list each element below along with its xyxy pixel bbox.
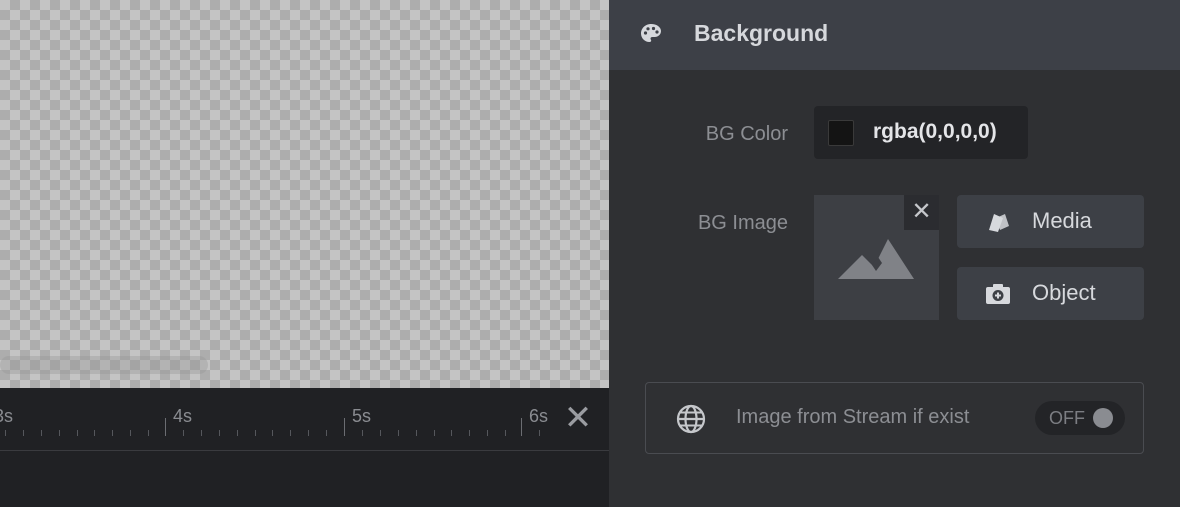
ruler-minor-tick xyxy=(183,430,184,436)
ruler-minor-tick xyxy=(112,430,113,436)
ruler-minor-tick xyxy=(487,430,488,436)
stream-option: Image from Stream if exist OFF xyxy=(645,382,1144,454)
tick-label-6s: 6s xyxy=(529,406,548,426)
ruler-minor-tick xyxy=(469,430,470,436)
ruler-minor-tick xyxy=(5,430,6,436)
bg-color-picker[interactable]: rgba(0,0,0,0) xyxy=(814,106,1028,159)
ruler-major-tick xyxy=(521,418,522,436)
ruler-minor-tick xyxy=(505,430,506,436)
timeline: 3s 4s 5s 6s ✕ xyxy=(0,388,609,507)
ruler-minor-tick xyxy=(255,430,256,436)
media-button-label: Media xyxy=(1032,208,1092,233)
ruler-minor-tick xyxy=(201,430,202,436)
object-button[interactable]: Object xyxy=(957,267,1144,320)
panel-header: Background xyxy=(609,0,1180,70)
ruler-minor-tick xyxy=(77,430,78,436)
toggle-knob xyxy=(1093,408,1113,428)
ruler-minor-tick xyxy=(308,430,309,436)
media-button[interactable]: Media xyxy=(957,195,1144,248)
ruler-minor-tick xyxy=(434,430,435,436)
panel-title: Background xyxy=(694,20,829,46)
stream-label: Image from Stream if exist xyxy=(736,406,970,428)
ruler-minor-tick xyxy=(23,430,24,436)
object-button-label: Object xyxy=(1032,280,1096,305)
stream-toggle[interactable]: OFF xyxy=(1035,401,1125,435)
ruler-minor-tick xyxy=(290,430,291,436)
bg-color-value[interactable]: rgba(0,0,0,0) xyxy=(873,120,1021,144)
ruler-minor-tick xyxy=(59,430,60,436)
stage-canvas[interactable] xyxy=(0,0,609,388)
ruler-minor-tick xyxy=(148,430,149,436)
color-swatch[interactable] xyxy=(828,120,854,146)
bg-image-preview[interactable]: ✕ xyxy=(814,195,939,320)
background-panel: Background BG Color rgba(0,0,0,0) BG Ima… xyxy=(609,0,1180,507)
ruler-minor-tick xyxy=(451,430,452,436)
clear-image-icon[interactable]: ✕ xyxy=(904,195,939,230)
ruler-minor-tick xyxy=(94,430,95,436)
canvas-scrollbar[interactable] xyxy=(0,356,208,374)
timeline-close-icon[interactable]: ✕ xyxy=(562,401,594,435)
ruler-minor-tick xyxy=(272,430,273,436)
tick-label-5s: 5s xyxy=(352,406,372,426)
ruler-minor-tick xyxy=(380,430,381,436)
bg-image-label: BG Image xyxy=(697,212,788,234)
bg-color-label: BG Color xyxy=(705,123,788,145)
tick-label-3s: 3s xyxy=(0,406,14,426)
ruler-minor-tick xyxy=(326,430,327,436)
ruler-major-tick xyxy=(165,418,166,436)
ruler-minor-tick xyxy=(416,430,417,436)
ruler-major-tick xyxy=(344,418,345,436)
toggle-state: OFF xyxy=(1049,408,1085,428)
ruler-minor-tick xyxy=(237,430,238,436)
palette-icon xyxy=(641,24,661,42)
ruler-minor-tick xyxy=(41,430,42,436)
tick-label-4s: 4s xyxy=(173,406,193,426)
timeline-ruler[interactable]: 3s 4s 5s 6s xyxy=(0,388,609,451)
camera-plus-icon xyxy=(986,284,1010,304)
image-placeholder-icon xyxy=(838,239,914,279)
ruler-minor-tick xyxy=(398,430,399,436)
media-icon xyxy=(989,214,1009,232)
ruler-minor-tick xyxy=(130,430,131,436)
ruler-minor-tick xyxy=(539,430,540,436)
ruler-minor-tick xyxy=(362,430,363,436)
globe-icon xyxy=(676,404,706,434)
ruler-minor-tick xyxy=(219,430,220,436)
